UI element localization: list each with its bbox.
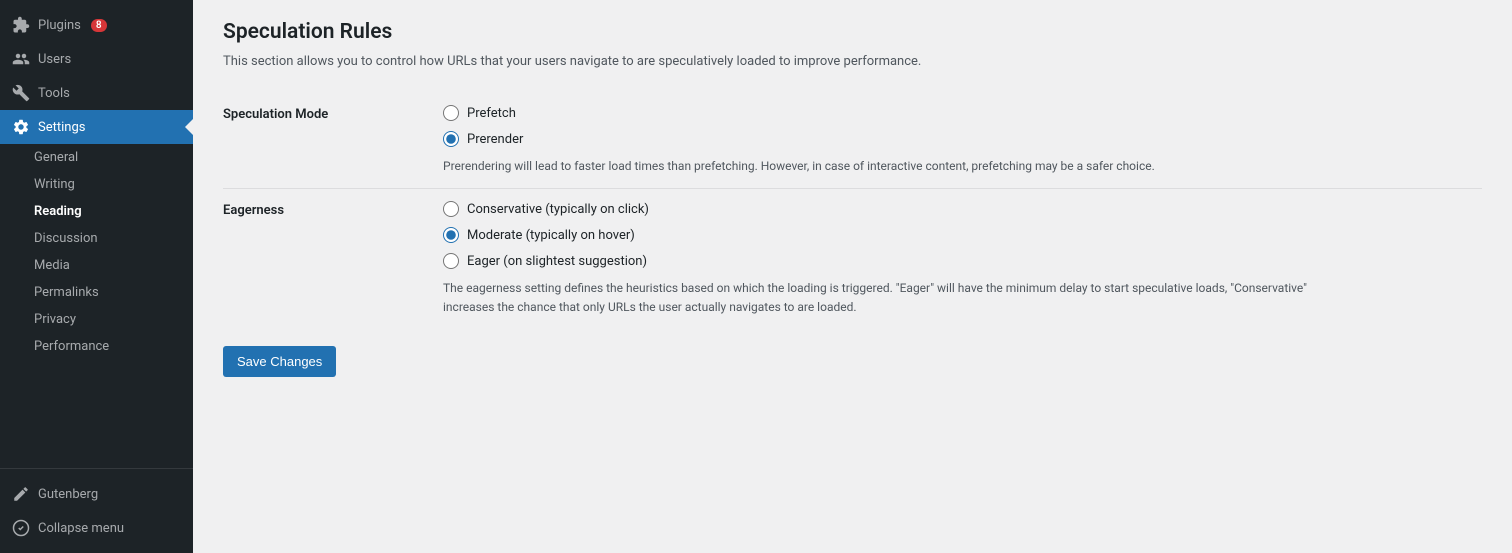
sidebar-active-arrow	[185, 119, 193, 135]
radio-label-prerender[interactable]: Prerender	[443, 131, 1482, 147]
radio-eager-label: Eager (on slightest suggestion)	[467, 254, 647, 269]
radio-conservative-label: Conservative (typically on click)	[467, 202, 649, 217]
radio-label-eager[interactable]: Eager (on slightest suggestion)	[443, 253, 1482, 269]
radio-prefetch[interactable]	[443, 105, 459, 121]
eagerness-label: Eagerness	[223, 203, 284, 218]
settings-table: Speculation Mode Prefetch Prerender Prer	[223, 93, 1482, 330]
sidebar-item-users-label: Users	[38, 52, 71, 67]
sidebar-item-tools-label: Tools	[38, 86, 70, 101]
sidebar-item-collapse-label: Collapse menu	[38, 521, 124, 536]
gutenberg-icon	[12, 485, 30, 503]
radio-moderate[interactable]	[443, 227, 459, 243]
submenu-item-permalinks[interactable]: Permalinks	[0, 279, 193, 306]
main-content: Speculation Rules This section allows yo…	[193, 0, 1512, 553]
eagerness-radio-group: Conservative (typically on click) Modera…	[443, 201, 1482, 269]
eagerness-hint: The eagerness setting defines the heuris…	[443, 279, 1343, 317]
sidebar-item-gutenberg[interactable]: Gutenberg	[0, 477, 193, 511]
sidebar-item-collapse[interactable]: Collapse menu	[0, 511, 193, 545]
radio-moderate-label: Moderate (typically on hover)	[467, 228, 635, 243]
speculation-mode-label: Speculation Mode	[223, 107, 328, 122]
radio-label-conservative[interactable]: Conservative (typically on click)	[443, 201, 1482, 217]
settings-icon	[12, 118, 30, 136]
table-row-speculation-mode: Speculation Mode Prefetch Prerender Prer	[223, 93, 1482, 189]
submenu-item-writing[interactable]: Writing	[0, 171, 193, 198]
radio-eager[interactable]	[443, 253, 459, 269]
submenu-item-discussion[interactable]: Discussion	[0, 225, 193, 252]
sidebar-item-plugins-label: Plugins	[38, 18, 81, 33]
submenu-item-reading[interactable]: Reading	[0, 198, 193, 225]
radio-prerender[interactable]	[443, 131, 459, 147]
sidebar-item-gutenberg-label: Gutenberg	[38, 487, 98, 502]
sidebar-item-tools[interactable]: Tools	[0, 76, 193, 110]
radio-label-moderate[interactable]: Moderate (typically on hover)	[443, 227, 1482, 243]
plugins-badge: 8	[91, 19, 107, 32]
collapse-icon	[12, 519, 30, 537]
radio-conservative[interactable]	[443, 201, 459, 217]
sidebar-item-settings[interactable]: Settings	[0, 110, 193, 144]
sidebar-bottom: Gutenberg Collapse menu	[0, 468, 193, 553]
plugin-icon	[12, 16, 30, 34]
tools-icon	[12, 84, 30, 102]
users-icon	[12, 50, 30, 68]
page-title: Speculation Rules	[223, 20, 1482, 44]
sidebar-item-plugins[interactable]: Plugins 8	[0, 8, 193, 42]
submenu-item-general[interactable]: General	[0, 144, 193, 171]
submenu-item-performance[interactable]: Performance	[0, 333, 193, 360]
radio-label-prefetch[interactable]: Prefetch	[443, 105, 1482, 121]
speculation-mode-radio-group: Prefetch Prerender	[443, 105, 1482, 147]
page-description: This section allows you to control how U…	[223, 54, 1482, 69]
radio-prerender-label: Prerender	[467, 132, 523, 147]
sidebar-top-nav: Plugins 8 Users Tools Settings General W…	[0, 0, 193, 368]
table-row-eagerness: Eagerness Conservative (typically on cli…	[223, 189, 1482, 330]
settings-submenu: General Writing Reading Discussion Media…	[0, 144, 193, 360]
submenu-item-privacy[interactable]: Privacy	[0, 306, 193, 333]
sidebar-item-users[interactable]: Users	[0, 42, 193, 76]
radio-prefetch-label: Prefetch	[467, 106, 516, 121]
sidebar-item-settings-label: Settings	[38, 120, 85, 135]
save-changes-button[interactable]: Save Changes	[223, 346, 336, 377]
sidebar: Plugins 8 Users Tools Settings General W…	[0, 0, 193, 553]
submenu-item-media[interactable]: Media	[0, 252, 193, 279]
speculation-mode-hint: Prerendering will lead to faster load ti…	[443, 157, 1343, 176]
